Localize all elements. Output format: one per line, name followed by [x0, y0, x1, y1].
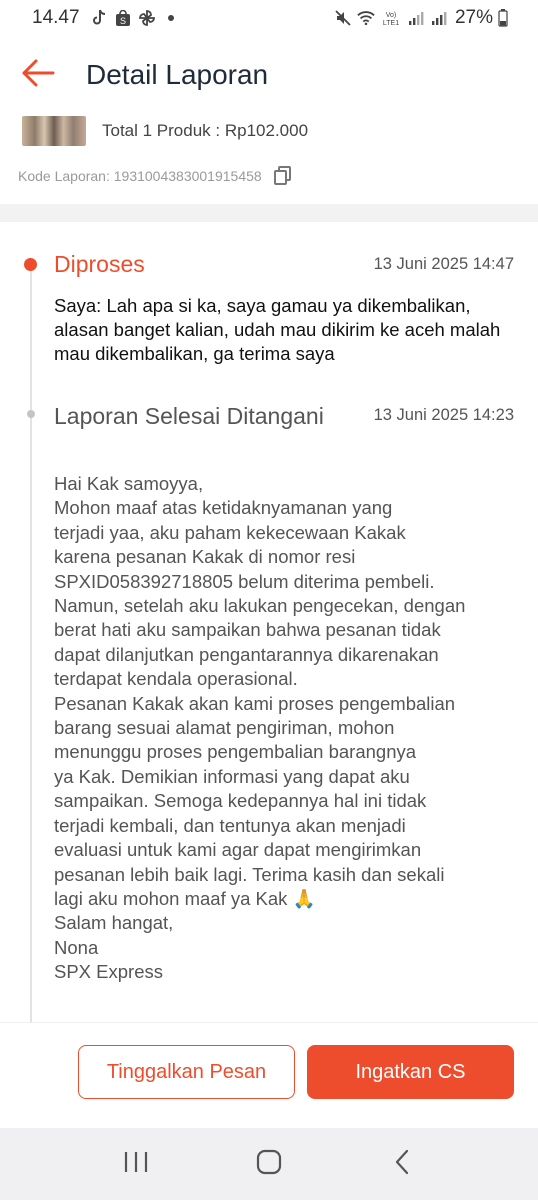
home-button[interactable] [239, 1139, 299, 1189]
arrow-left-icon [21, 59, 55, 92]
report-code: Kode Laporan: 193100438300191545​8 [18, 168, 262, 184]
product-total: Total 1 Produk : Rp102.000 [102, 121, 309, 140]
event-message: Hai Kak samoyya, Mohon maaf atas ketidak… [54, 473, 466, 983]
mute-icon [334, 9, 352, 27]
event-message: Saya: Lah apa si ka, saya gamau ya dikem… [54, 295, 501, 364]
report-code-row: Kode Laporan: 193100438300191545​8 [18, 166, 292, 186]
pinwheel-icon [138, 9, 156, 27]
back-button[interactable] [18, 55, 58, 95]
recents-button[interactable] [106, 1139, 166, 1189]
product-summary[interactable]: Total 1 Produk : Rp102.000 [22, 116, 308, 146]
status-right: Vo) LTE1 27% [334, 7, 508, 29]
section-divider [0, 204, 538, 222]
copy-icon[interactable] [273, 166, 292, 186]
page-title: Detail Laporan [86, 59, 269, 90]
timeline-dot-active [24, 258, 37, 271]
dot-icon [162, 9, 180, 27]
remind-cs-button[interactable]: Ingatkan CS [307, 1045, 514, 1099]
leave-message-button[interactable]: Tinggalkan Pesan [78, 1045, 295, 1099]
timeline-dot-inactive [27, 410, 35, 418]
timeline-line [30, 264, 32, 1024]
system-nav-bar [0, 1128, 538, 1200]
recents-icon [123, 1150, 149, 1179]
product-thumbnail [22, 116, 86, 146]
event-status-resolved: Laporan Selesai Ditangani [54, 403, 324, 429]
event-time: 13 Juni 2025 14:23 [373, 406, 514, 424]
event-status-processing: Diproses [54, 251, 145, 277]
signal-icon [430, 9, 448, 27]
svg-text:LTE1: LTE1 [383, 20, 399, 26]
tiktok-icon [90, 9, 108, 27]
nav-back-button[interactable] [372, 1139, 432, 1189]
volte-icon: Vo) LTE1 [380, 9, 402, 27]
wifi-icon [357, 9, 375, 27]
signal-icon [407, 9, 425, 27]
event-time: 13 Juni 2025 14:47 [373, 255, 514, 273]
shopee-icon: S [114, 9, 132, 27]
status-time: 14.47 [32, 7, 80, 28]
footer-actions: Tinggalkan Pesan Ingatkan CS [0, 1022, 538, 1128]
status-left: 14.47 S [32, 7, 180, 29]
back-icon [394, 1149, 410, 1180]
home-icon [256, 1149, 282, 1180]
svg-text:S: S [120, 16, 126, 26]
app-header: Detail Laporan [0, 46, 538, 104]
battery-icon [498, 9, 508, 27]
battery-percent: 27% [454, 7, 493, 28]
svg-text:Vo): Vo) [386, 12, 397, 19]
status-bar: 14.47 S Vo) LTE1 27% [0, 0, 538, 36]
